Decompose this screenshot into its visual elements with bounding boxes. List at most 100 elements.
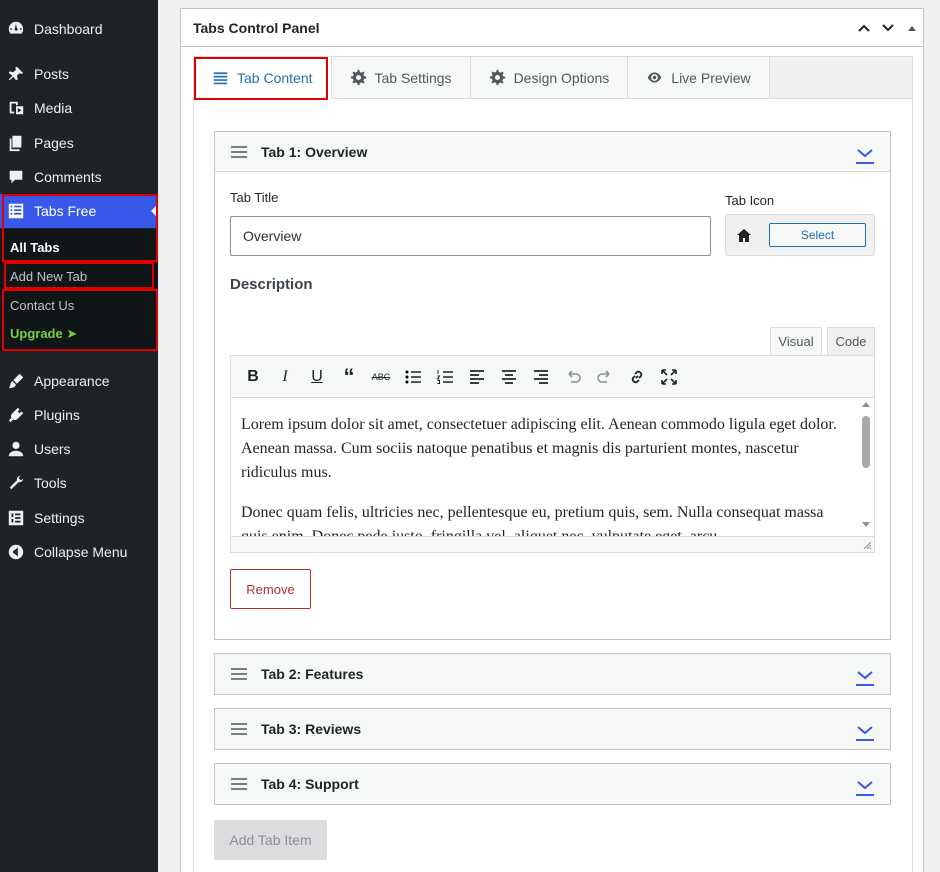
menu-collapse[interactable]: Collapse Menu: [0, 535, 158, 569]
chevron-down-icon[interactable]: [854, 720, 876, 742]
undo-icon: [568, 369, 581, 383]
undo-button[interactable]: [557, 361, 589, 393]
redo-button[interactable]: [589, 361, 621, 393]
align-center-button[interactable]: [493, 361, 525, 393]
bullet-list-button[interactable]: [397, 361, 429, 393]
icon-picker: Select: [725, 214, 875, 256]
blockquote-button[interactable]: “: [333, 361, 365, 393]
link-icon: [631, 370, 643, 383]
scroll-down-icon: [862, 522, 870, 527]
tab-item-title: Tab 4: Support: [261, 776, 359, 792]
code-mode-tab[interactable]: Code: [827, 327, 875, 355]
menu-tabs-free[interactable]: Tabs Free: [0, 194, 158, 228]
wrench-icon: [6, 473, 26, 493]
tabs-submenu: All Tabs Add New Tab Contact Us Upgrade …: [0, 229, 158, 351]
brush-icon: [6, 371, 26, 391]
remove-tab-button[interactable]: Remove: [230, 569, 311, 609]
tab-icon-label: Tab Icon: [725, 193, 775, 208]
editor-paragraph: Lorem ipsum dolor sit amet, consectetuer…: [241, 416, 837, 481]
tab-title-label: Tab Title: [230, 190, 279, 205]
bold-button[interactable]: B: [237, 361, 269, 393]
tab-item-1: Tab 1: Overview Tab Title Tab Icon Selec…: [214, 131, 891, 640]
tab-settings[interactable]: Tab Settings: [331, 57, 471, 98]
admin-sidebar: Dashboard Posts Media Pages Comments Tab…: [0, 0, 158, 872]
chevron-down-icon[interactable]: [854, 143, 876, 165]
rich-text-editor: B I U “ ABC Lorem ipsum dolor sit amet, …: [230, 355, 875, 553]
editor-content[interactable]: Lorem ipsum dolor sit amet, consectetuer…: [231, 399, 859, 536]
menu-label: Comments: [34, 169, 102, 185]
menu-label: Users: [34, 441, 71, 457]
pin-icon: [6, 64, 26, 84]
italic-button[interactable]: I: [269, 361, 301, 393]
tab-label: Live Preview: [671, 69, 751, 86]
tab-content[interactable]: Tab Content: [194, 57, 332, 99]
dashboard-icon: [6, 19, 26, 39]
underline-button[interactable]: U: [301, 361, 333, 393]
editor-scrollbar[interactable]: [858, 399, 874, 536]
tab-item-2: Tab 2: Features: [214, 653, 891, 695]
submenu-upgrade[interactable]: Upgrade ➤: [10, 326, 77, 342]
editor-resize-bar[interactable]: [231, 536, 874, 552]
menu-label: Tools: [34, 475, 67, 491]
comment-icon: [6, 167, 26, 187]
align-left-button[interactable]: [461, 361, 493, 393]
drag-handle-icon: [231, 723, 247, 735]
submenu-all-tabs[interactable]: All Tabs: [10, 240, 60, 255]
move-up-button[interactable]: [855, 19, 873, 37]
menu-label: Media: [34, 100, 73, 116]
menu-media[interactable]: Media: [0, 91, 158, 125]
tab-item-header[interactable]: Tab 3: Reviews: [215, 709, 890, 749]
list-icon: [6, 201, 26, 221]
chevron-down-icon[interactable]: [854, 665, 876, 687]
visual-mode-tab[interactable]: Visual: [770, 327, 822, 355]
fullscreen-button[interactable]: [653, 361, 685, 393]
align-right-button[interactable]: [525, 361, 557, 393]
menu-label: Collapse Menu: [34, 544, 128, 560]
select-icon-button[interactable]: Select: [769, 223, 866, 247]
drag-handle-icon: [231, 668, 247, 680]
align-right-icon: [534, 369, 548, 384]
move-down-button[interactable]: [879, 19, 897, 37]
add-tab-item-button[interactable]: Add Tab Item: [214, 820, 327, 860]
tab-design-options[interactable]: Design Options: [470, 57, 629, 98]
tab-item-header[interactable]: Tab 2: Features: [215, 654, 890, 694]
menu-pages[interactable]: Pages: [0, 126, 158, 160]
description-label: Description: [230, 276, 313, 293]
menu-label: Appearance: [34, 373, 110, 389]
menu-dashboard[interactable]: Dashboard: [0, 12, 158, 46]
chevron-down-icon[interactable]: [854, 775, 876, 797]
drag-handle-icon: [231, 778, 247, 790]
numbered-list-button[interactable]: [429, 361, 461, 393]
menu-lines-icon: [213, 72, 228, 85]
drag-handle-icon: [231, 145, 247, 158]
tab-label: Design Options: [513, 69, 610, 86]
fullscreen-icon: [661, 368, 677, 385]
numbered-list-icon: [436, 369, 453, 384]
tab-item-header[interactable]: Tab 1: Overview: [215, 132, 890, 172]
menu-label: Plugins: [34, 407, 80, 423]
home-icon: [737, 229, 751, 242]
tab-item-title: Tab 1: Overview: [261, 143, 368, 160]
link-button[interactable]: [621, 361, 653, 393]
tab-item-title: Tab 2: Features: [261, 666, 364, 682]
submenu-add-new-tab[interactable]: Add New Tab: [10, 269, 87, 284]
toggle-panel-button[interactable]: [903, 19, 921, 37]
tab-item-4: Tab 4: Support: [214, 763, 891, 805]
menu-appearance[interactable]: Appearance: [0, 364, 158, 398]
menu-tools[interactable]: Tools: [0, 466, 158, 500]
eye-icon: [647, 72, 662, 83]
menu-label: Dashboard: [34, 21, 103, 37]
submenu-contact-us[interactable]: Contact Us: [10, 298, 74, 313]
tab-title-input[interactable]: [230, 216, 711, 256]
menu-posts[interactable]: Posts: [0, 57, 158, 91]
chevron-down-icon: [882, 24, 894, 32]
tab-live-preview[interactable]: Live Preview: [628, 57, 770, 98]
menu-users[interactable]: Users: [0, 432, 158, 466]
strikethrough-button[interactable]: ABC: [365, 361, 397, 393]
scroll-thumb[interactable]: [862, 416, 870, 468]
tab-item-header[interactable]: Tab 4: Support: [215, 764, 890, 804]
gear-icon: [489, 69, 505, 86]
menu-plugins[interactable]: Plugins: [0, 398, 158, 432]
menu-settings[interactable]: Settings: [0, 501, 158, 535]
menu-comments[interactable]: Comments: [0, 160, 158, 194]
